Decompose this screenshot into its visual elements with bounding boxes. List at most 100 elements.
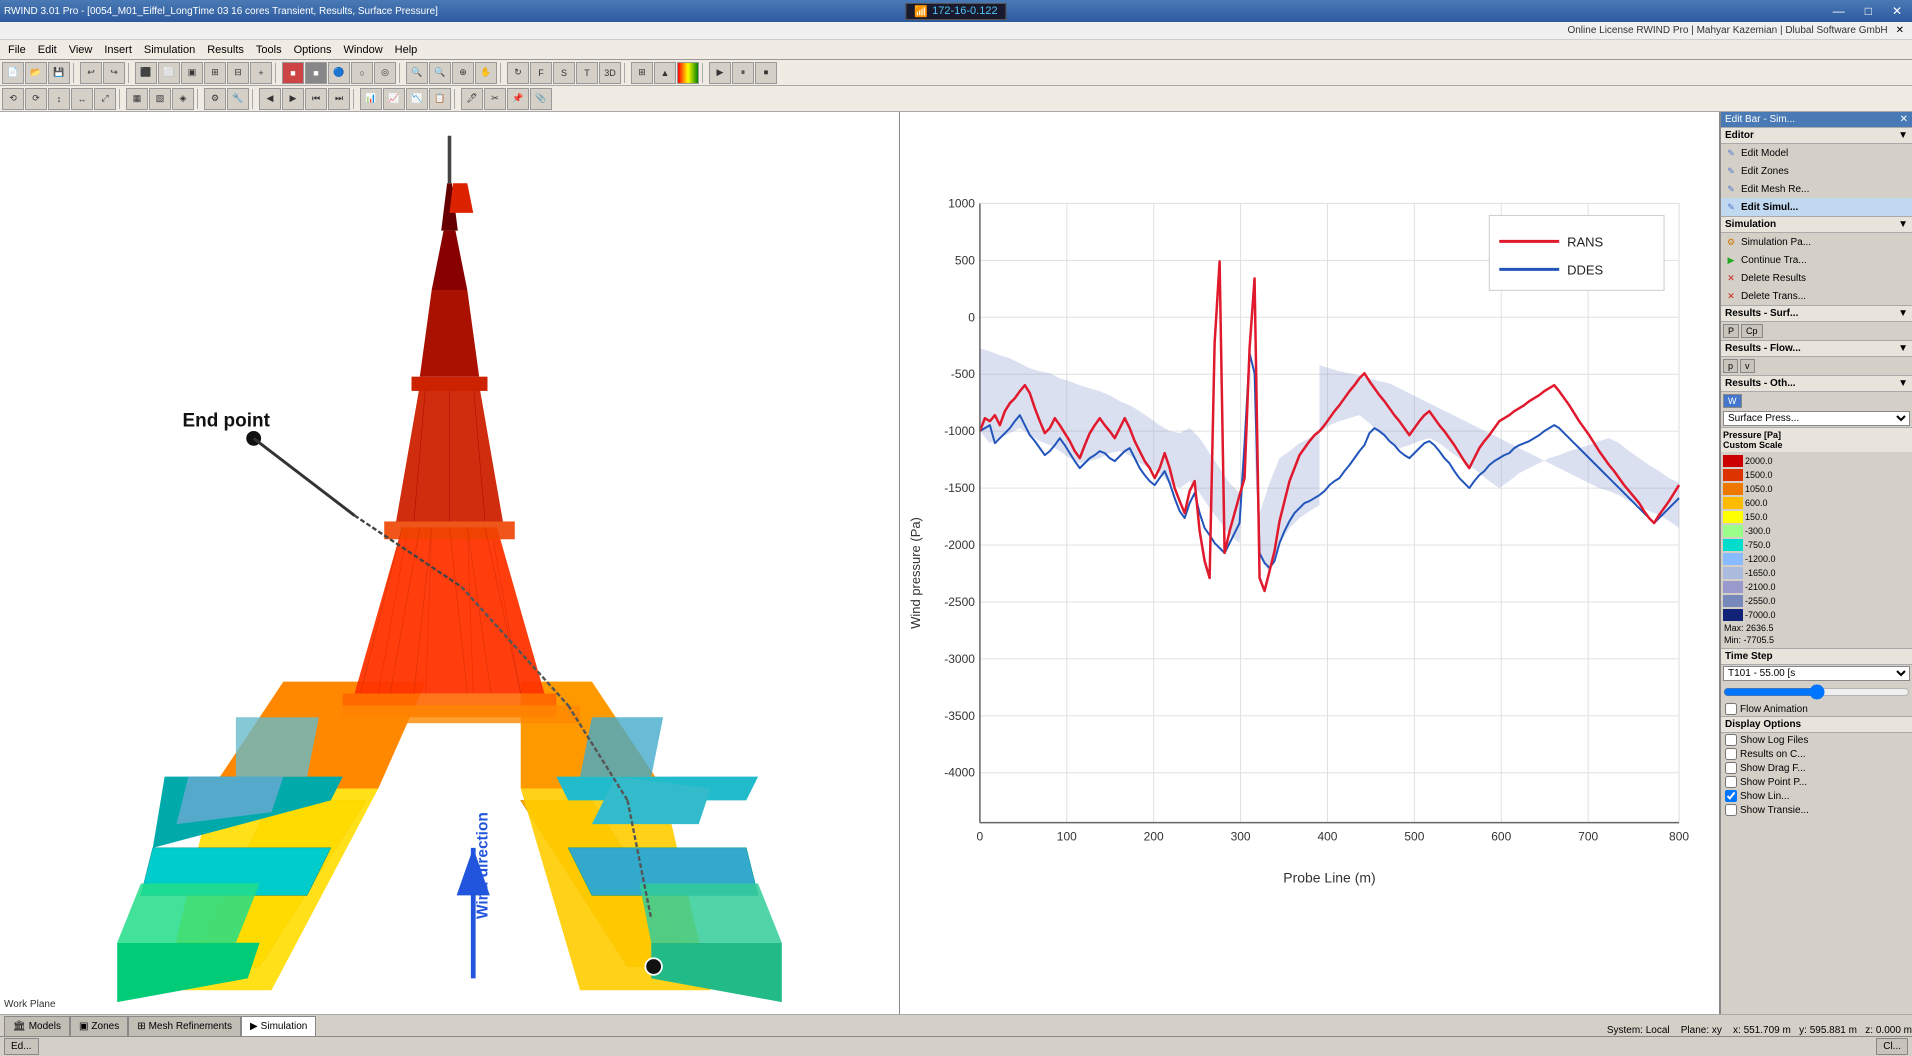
rotate-btn[interactable]: ↻ xyxy=(507,62,529,84)
open-btn[interactable]: 📂 xyxy=(25,62,47,84)
simulation-section[interactable]: Simulation ▼ xyxy=(1721,216,1912,233)
show-point-p-checkbox[interactable] xyxy=(1725,776,1737,788)
bottom-left-btn[interactable]: Ed... xyxy=(4,1038,39,1055)
tb-btn-1[interactable]: ⬛ xyxy=(135,62,157,84)
display-options-section[interactable]: Display Options xyxy=(1721,716,1912,733)
mesh-btn[interactable]: ⊞ xyxy=(631,62,653,84)
flow-btn-v[interactable]: v xyxy=(1740,359,1755,373)
zoom-fit-btn[interactable]: ⊕ xyxy=(452,62,474,84)
menu-item-view[interactable]: View xyxy=(63,42,99,58)
tab-simulation[interactable]: ▶ Simulation xyxy=(241,1016,316,1036)
save-btn[interactable]: 💾 xyxy=(48,62,70,84)
tb2-btn-11[interactable]: ◀ xyxy=(259,88,281,110)
undo-btn[interactable]: ↩ xyxy=(80,62,102,84)
menu-item-tools[interactable]: Tools xyxy=(250,42,288,58)
tb2-btn-4[interactable]: ↔ xyxy=(71,88,93,110)
show-transie-row[interactable]: Show Transie... xyxy=(1721,803,1912,817)
zoom-out-btn[interactable]: 🔍 xyxy=(429,62,451,84)
results-surf-section[interactable]: Results - Surf... ▼ xyxy=(1721,305,1912,322)
menu-item-options[interactable]: Options xyxy=(288,42,338,58)
tb-btn-7[interactable]: ■ xyxy=(282,62,304,84)
show-log-files-row[interactable]: Show Log Files xyxy=(1721,733,1912,747)
simulation-pa-btn[interactable]: ⚙ Simulation Pa... xyxy=(1721,233,1912,251)
tb2-btn-19[interactable]: 🖊 xyxy=(461,88,483,110)
tb2-btn-5[interactable]: ⤢ xyxy=(94,88,116,110)
time-step-range[interactable] xyxy=(1723,684,1910,700)
tb-btn-9[interactable]: 🔵 xyxy=(328,62,350,84)
show-drag-f-row[interactable]: Show Drag F... xyxy=(1721,761,1912,775)
menu-item-edit[interactable]: Edit xyxy=(32,42,63,58)
tab-zones[interactable]: ▣ Zones xyxy=(70,1016,128,1036)
tab-mesh-refinements[interactable]: ⊞ Mesh Refinements xyxy=(128,1016,241,1036)
show-point-p-row[interactable]: Show Point P... xyxy=(1721,775,1912,789)
pan-btn[interactable]: ✋ xyxy=(475,62,497,84)
pause-btn[interactable]: ⏸ xyxy=(732,62,754,84)
flow-animation-checkbox[interactable] xyxy=(1725,703,1737,715)
new-btn[interactable]: 📄 xyxy=(2,62,24,84)
close-button[interactable]: ✕ xyxy=(1886,4,1908,18)
delete-results-btn[interactable]: ✕ Delete Results xyxy=(1721,269,1912,287)
show-lin-row[interactable]: Show Lin... xyxy=(1721,789,1912,803)
tb2-btn-17[interactable]: 📉 xyxy=(406,88,428,110)
show-log-files-checkbox[interactable] xyxy=(1725,734,1737,746)
render-btn[interactable]: ▲ xyxy=(654,62,676,84)
results-oth-section[interactable]: Results - Oth... ▼ xyxy=(1721,375,1912,392)
menu-item-results[interactable]: Results xyxy=(201,42,250,58)
delete-trans-btn[interactable]: ✕ Delete Trans... xyxy=(1721,287,1912,305)
edit-model-btn[interactable]: ✎ Edit Model xyxy=(1721,144,1912,162)
side-view-btn[interactable]: S xyxy=(553,62,575,84)
show-transie-checkbox[interactable] xyxy=(1725,804,1737,816)
color-btn[interactable] xyxy=(677,62,699,84)
tb-btn-3[interactable]: ▣ xyxy=(181,62,203,84)
tb2-btn-22[interactable]: 📎 xyxy=(530,88,552,110)
tb-btn-2[interactable]: ⬜ xyxy=(158,62,180,84)
tb2-btn-8[interactable]: ◈ xyxy=(172,88,194,110)
tb2-btn-9[interactable]: ⚙ xyxy=(204,88,226,110)
oth-btn-w[interactable]: W xyxy=(1723,394,1742,408)
edit-bar-close[interactable]: ✕ xyxy=(1900,114,1908,125)
tb-btn-11[interactable]: ◎ xyxy=(374,62,396,84)
tb2-btn-15[interactable]: 📊 xyxy=(360,88,382,110)
tb2-btn-6[interactable]: ▦ xyxy=(126,88,148,110)
tb2-btn-14[interactable]: ⏭ xyxy=(328,88,350,110)
time-step-dropdown[interactable]: T101 - 55.00 [s xyxy=(1721,665,1912,682)
results-on-c-checkbox[interactable] xyxy=(1725,748,1737,760)
edit-simul-btn[interactable]: ✎ Edit Simul... xyxy=(1721,198,1912,216)
tb-btn-10[interactable]: ○ xyxy=(351,62,373,84)
tb-btn-4[interactable]: ⊞ xyxy=(204,62,226,84)
stop-btn[interactable]: ⏹ xyxy=(755,62,777,84)
front-view-btn[interactable]: F xyxy=(530,62,552,84)
tab-models[interactable]: 🏛 Models xyxy=(4,1016,70,1036)
tb2-btn-3[interactable]: ↕ xyxy=(48,88,70,110)
time-step-slider[interactable] xyxy=(1721,682,1912,702)
edit-mesh-btn[interactable]: ✎ Edit Mesh Re... xyxy=(1721,180,1912,198)
tb2-btn-12[interactable]: ▶ xyxy=(282,88,304,110)
results-flow-section[interactable]: Results - Flow... ▼ xyxy=(1721,340,1912,357)
top-view-btn[interactable]: T xyxy=(576,62,598,84)
tb2-btn-7[interactable]: ▧ xyxy=(149,88,171,110)
flow-animation-row[interactable]: Flow Animation xyxy=(1721,702,1912,716)
tb2-btn-1[interactable]: ⟲ xyxy=(2,88,24,110)
3d-view-panel[interactable]: End point Start point Wind direction Wor… xyxy=(0,112,900,1014)
surf-btn-cp[interactable]: Cp xyxy=(1741,324,1763,338)
zoom-in-btn[interactable]: 🔍 xyxy=(406,62,428,84)
edit-zones-btn[interactable]: ✎ Edit Zones xyxy=(1721,162,1912,180)
show-drag-f-checkbox[interactable] xyxy=(1725,762,1737,774)
tb-btn-8[interactable]: ■ xyxy=(305,62,327,84)
flow-btn-p[interactable]: p xyxy=(1723,359,1738,373)
editor-section[interactable]: Editor ▼ xyxy=(1721,127,1912,144)
show-lin-checkbox[interactable] xyxy=(1725,790,1737,802)
tb2-btn-13[interactable]: ⏮ xyxy=(305,88,327,110)
license-close-btn[interactable]: ✕ xyxy=(1896,25,1904,36)
tb-btn-5[interactable]: ⊟ xyxy=(227,62,249,84)
tb2-btn-20[interactable]: ✂ xyxy=(484,88,506,110)
eiffel-viewport[interactable]: End point Start point Wind direction xyxy=(0,112,899,1014)
tb2-btn-21[interactable]: 📌 xyxy=(507,88,529,110)
continue-tra-btn[interactable]: ▶ Continue Tra... xyxy=(1721,251,1912,269)
surface-press-select[interactable]: Surface Press... xyxy=(1723,411,1910,426)
iso-view-btn[interactable]: 3D xyxy=(599,62,621,84)
tb2-btn-10[interactable]: 🔧 xyxy=(227,88,249,110)
redo-btn[interactable]: ↪ xyxy=(103,62,125,84)
maximize-button[interactable]: □ xyxy=(1859,4,1878,18)
play-btn[interactable]: ▶ xyxy=(709,62,731,84)
